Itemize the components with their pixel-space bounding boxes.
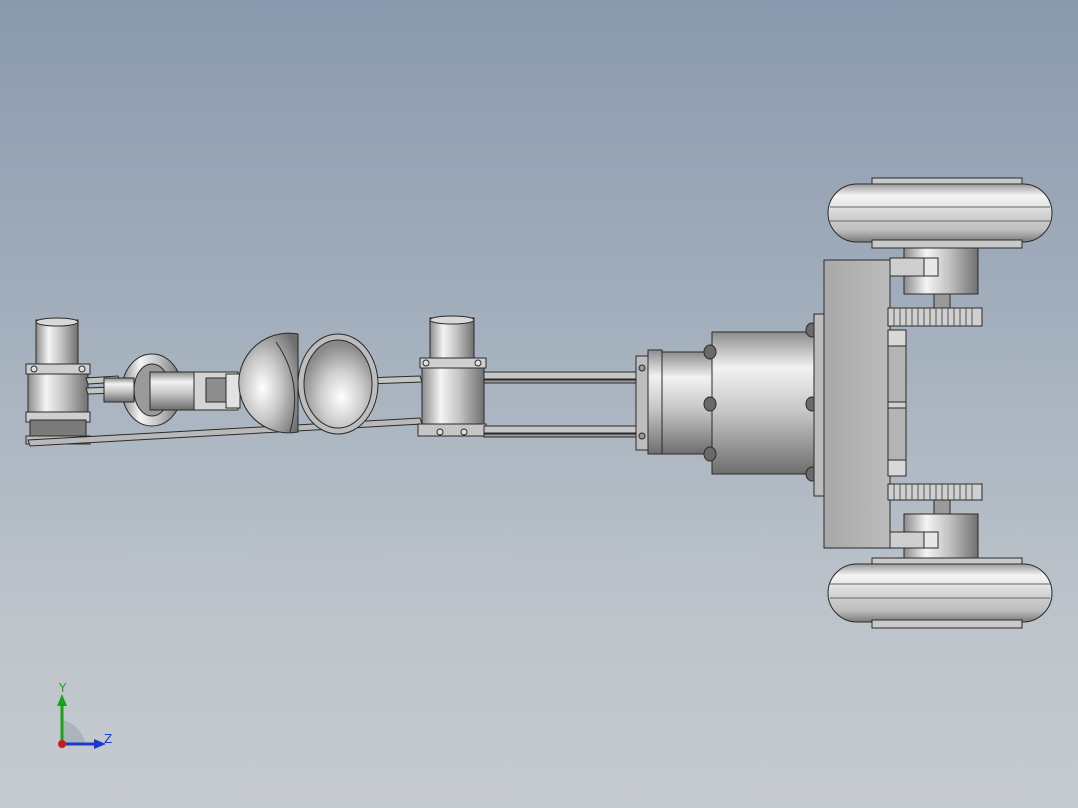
shoulder-flange[interactable] [635,349,663,455]
x-axis-dot [58,740,66,748]
shoulder-motor[interactable] [661,313,827,497]
triad-arc [62,720,86,744]
gripper-dome[interactable] [238,332,299,434]
upper-link[interactable] [483,371,641,438]
z-axis-label: Z [104,732,112,746]
y-axis-label: Y [58,681,67,695]
gear-top[interactable] [887,307,983,327]
gripper-cup[interactable] [297,333,379,435]
graphics-viewport[interactable]: Y Z [0,0,1078,808]
orientation-triad: Y Z [57,681,112,749]
elbow-joint[interactable] [417,315,487,437]
y-axis-head [57,694,67,706]
robot-arm-model[interactable] [0,0,1078,808]
gear-bottom[interactable] [887,483,983,515]
chassis-plate[interactable] [823,259,907,549]
base-joint[interactable] [25,317,91,445]
wrist-motor[interactable] [103,353,241,427]
